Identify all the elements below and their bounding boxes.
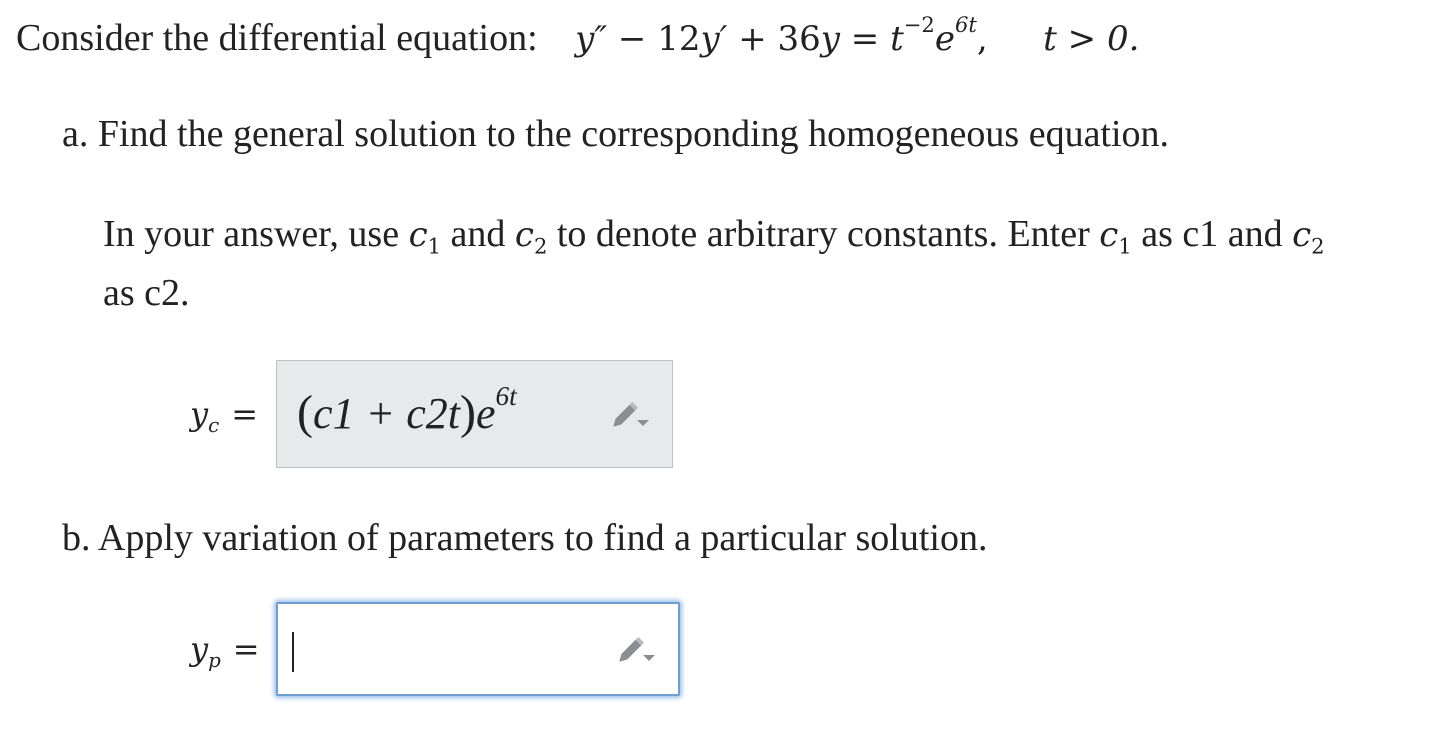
c2-symbol: c2 bbox=[1292, 215, 1325, 259]
instruction-text: and bbox=[441, 213, 515, 255]
problem-statement: Consider the differential equation: y″ −… bbox=[16, 14, 1139, 63]
part-b-prompt: b. Apply variation of parameters to find… bbox=[62, 517, 988, 559]
eq-plus: + bbox=[727, 19, 778, 59]
pencil-dropdown-icon[interactable] bbox=[612, 398, 650, 430]
pencil-dropdown-icon[interactable] bbox=[618, 633, 656, 665]
eq-coef-36: 36 bbox=[777, 19, 821, 59]
differential-equation: y″ − 12y′ + 36y = t−2e6t, bbox=[575, 14, 988, 59]
instruction-text: to denote arbitrary constants. Enter bbox=[547, 213, 1100, 255]
intro-text: Consider the differential equation: bbox=[16, 17, 538, 59]
yc-label: yc = bbox=[190, 395, 258, 437]
instruction-text: as c1 and bbox=[1131, 213, 1293, 255]
yp-label: yp = bbox=[190, 630, 260, 672]
yp-answer-field[interactable] bbox=[276, 602, 680, 696]
eq-minus: − bbox=[607, 19, 658, 59]
part-a-prompt: a. Find the general solution to the corr… bbox=[62, 113, 1170, 155]
eq-coef-12: 12 bbox=[657, 19, 701, 59]
yc-answer-value: (c1 + c2t)e6t bbox=[297, 380, 517, 439]
part-a-instructions: In your answer, use c1 and c2 to denote … bbox=[103, 205, 1433, 322]
c1-symbol: c1 bbox=[1099, 215, 1132, 259]
instruction-text: In your answer, use bbox=[103, 213, 409, 255]
eq-y-double-prime: y″ bbox=[575, 19, 608, 59]
yp-answer-row: yp = bbox=[190, 602, 680, 696]
yc-answer-field[interactable]: (c1 + c2t)e6t bbox=[276, 360, 673, 468]
eq-e: e bbox=[934, 19, 955, 59]
eq-comma: , bbox=[976, 19, 988, 59]
text-caret bbox=[292, 632, 294, 672]
eq-equals: = bbox=[839, 19, 891, 59]
c1-symbol: c1 bbox=[408, 215, 442, 259]
eq-t-exponent: −2 bbox=[903, 12, 935, 38]
eq-y: y bbox=[820, 19, 840, 59]
yc-answer-row: yc = (c1 + c2t)e6t bbox=[190, 359, 673, 469]
instruction-text: as c2. bbox=[103, 272, 190, 314]
eq-t: t bbox=[890, 19, 904, 59]
eq-e-exponent: 6t bbox=[954, 12, 977, 38]
eq-y-prime: y′ bbox=[700, 19, 728, 59]
c2-symbol: c2 bbox=[514, 215, 548, 259]
domain-condition: t > 0. bbox=[1043, 19, 1140, 59]
